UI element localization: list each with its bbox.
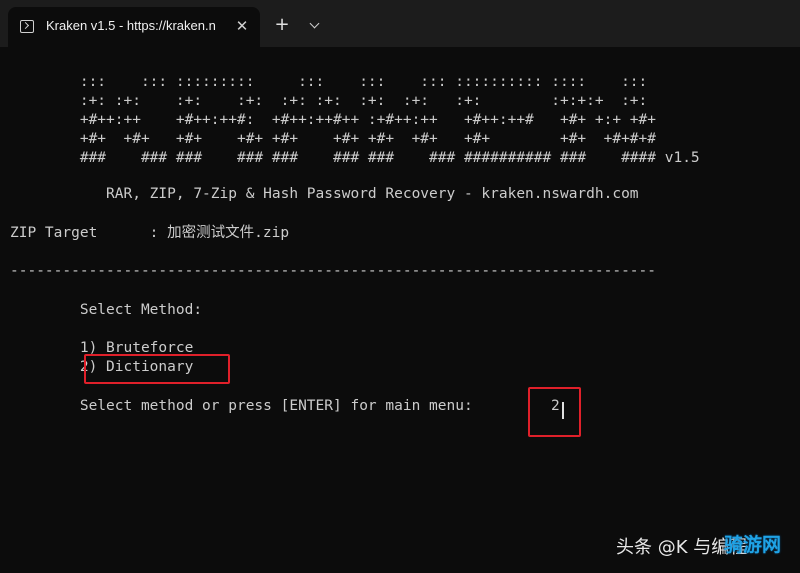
text-cursor (562, 402, 564, 419)
watermark-logo: 骑游网 (724, 534, 782, 556)
new-tab-button[interactable]: + (271, 15, 293, 37)
banner-line-3: +#++:++ +#++:++#: +#++:++#++ :+#++:++ +#… (10, 112, 657, 128)
banner-line-4: +#+ +#+ +#+ +#+ +#+ +#+ +#+ +#+ +#+ +#+ … (10, 131, 657, 147)
select-method-heading: Select Method: (10, 302, 203, 318)
chevron-down-icon[interactable] (305, 15, 325, 37)
window-title-bar: Kraken v1.5 - https://kraken.n ✕ + (0, 0, 800, 47)
banner-line-2: :+: :+: :+: :+: :+: :+: :+: :+: :+: :+:+… (10, 93, 648, 109)
terminal-tab[interactable]: Kraken v1.5 - https://kraken.n ✕ (8, 7, 260, 47)
separator-line: ----------------------------------------… (10, 263, 657, 279)
tab-title: Kraken v1.5 - https://kraken.n (46, 18, 216, 33)
option-dictionary: 2) Dictionary (10, 359, 194, 375)
terminal-area[interactable]: ::: ::: ::::::::: ::: ::: ::: ::::::::::… (0, 47, 800, 573)
banner-line-1: ::: ::: ::::::::: ::: ::: ::: ::::::::::… (10, 74, 648, 90)
method-input-value[interactable]: 2 (551, 397, 560, 415)
terminal-icon (20, 20, 34, 33)
banner-line-5: ### ### ### ### ### ### ### ### ########… (10, 150, 700, 166)
select-method-prompt[interactable]: Select method or press [ENTER] for main … (10, 397, 481, 415)
zip-target-line: ZIP Target : 加密测试文件.zip (10, 225, 290, 241)
close-tab-icon[interactable]: ✕ (232, 16, 252, 36)
subtitle-line: RAR, ZIP, 7-Zip & Hash Password Recovery… (10, 186, 639, 202)
option-bruteforce: 1) Bruteforce (10, 340, 194, 356)
